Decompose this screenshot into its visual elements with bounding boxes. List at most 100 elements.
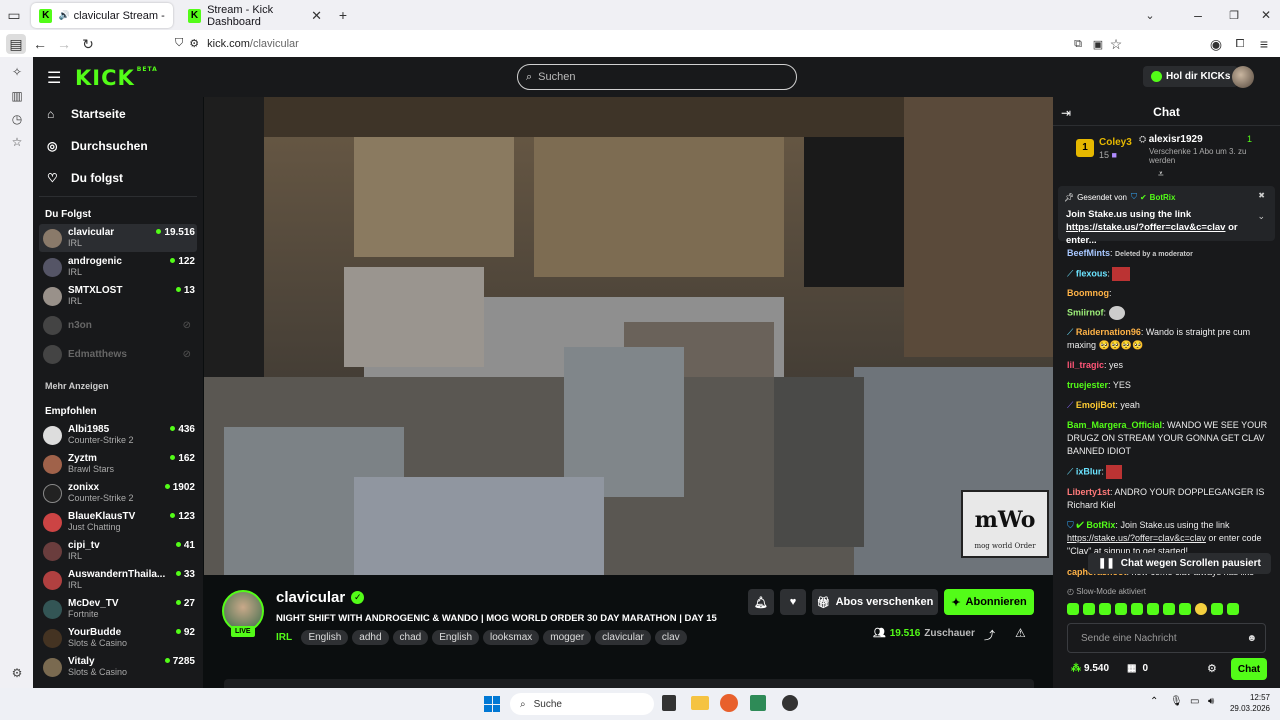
- tag[interactable]: chad: [392, 630, 429, 645]
- chat-link[interactable]: https://stake.us/?offer=clav&c=clav: [1067, 533, 1206, 543]
- following-channel[interactable]: androgenic IRL 122: [39, 253, 197, 281]
- chat-username[interactable]: EmojiBot: [1076, 400, 1116, 410]
- chat-username[interactable]: truejester: [1067, 380, 1108, 390]
- nav-browse[interactable]: ◎ Durchsuchen: [47, 139, 148, 153]
- emote-icon[interactable]: [1211, 603, 1223, 615]
- pinned-user[interactable]: BotRix: [1150, 193, 1176, 202]
- forward-icon[interactable]: →: [54, 34, 74, 54]
- emote-icon[interactable]: [1115, 603, 1127, 615]
- bookmark-star-icon[interactable]: ☆: [1106, 34, 1126, 54]
- ai-sparkle-icon[interactable]: ✧: [8, 63, 26, 81]
- unpin-icon[interactable]: ✖: [1258, 191, 1265, 200]
- app-icon[interactable]: [782, 695, 798, 711]
- search-input[interactable]: ⌕ Suchen: [517, 64, 797, 90]
- recommended-channel[interactable]: YourBudde Slots & Casino 92: [39, 624, 197, 652]
- emote-icon[interactable]: [1179, 603, 1191, 615]
- following-channel-offline[interactable]: Edmatthews ⊘: [39, 340, 197, 368]
- chat-username[interactable]: Smiirnof: [1067, 307, 1104, 317]
- microphone-icon[interactable]: 🎙︎: [1170, 696, 1183, 707]
- expand-pinned-icon[interactable]: ⌄: [1257, 211, 1265, 222]
- close-window-icon[interactable]: ✕: [1256, 5, 1276, 25]
- close-tab-icon[interactable]: ✕: [311, 8, 322, 24]
- chat-username[interactable]: Raidernation96: [1076, 327, 1141, 337]
- recommended-channel[interactable]: Vitaly Slots & Casino 7285: [39, 653, 197, 681]
- chat-username[interactable]: BeefMints: [1067, 248, 1110, 258]
- url-bar[interactable]: ⛉ ⚙ kick.com/clavicular: [175, 32, 1125, 55]
- recommended-channel[interactable]: Albi1985 Counter-Strike 2 436: [39, 421, 197, 449]
- tag[interactable]: clav: [654, 630, 687, 645]
- following-channel[interactable]: SMTXLOST IRL 13: [39, 282, 197, 310]
- share-icon[interactable]: ⤴: [984, 627, 995, 643]
- recommended-channel[interactable]: BlaueKlausTV Just Chatting 123: [39, 508, 197, 536]
- chat-input[interactable]: Sende eine Nachricht ☻: [1067, 623, 1266, 653]
- tag[interactable]: English: [301, 630, 349, 645]
- back-icon[interactable]: ←: [30, 34, 50, 54]
- volume-icon[interactable]: 🔊︎: [1208, 696, 1214, 707]
- tab-overview-icon[interactable]: ▭: [4, 5, 24, 25]
- browser-tab-stream[interactable]: K 🔊 clavicular Stream - Watch L: [31, 3, 173, 28]
- recommended-channel[interactable]: zonixx Counter-Strike 2 1902: [39, 479, 197, 507]
- sidebar-settings-icon[interactable]: ⚙: [8, 664, 26, 682]
- app-icon[interactable]: [750, 695, 766, 711]
- subscribe-button[interactable]: ✦ Abonnieren: [944, 589, 1034, 615]
- synced-tabs-icon[interactable]: ▥: [8, 87, 26, 105]
- network-icon[interactable]: ▭: [1190, 696, 1199, 707]
- tag[interactable]: clavicular: [595, 630, 651, 645]
- nav-home[interactable]: ⌂ Startseite: [47, 107, 126, 121]
- get-kicks-button[interactable]: Hol dir KICKs: [1143, 66, 1239, 87]
- reader-view-icon[interactable]: ▣: [1088, 34, 1108, 54]
- pinned-message[interactable]: 📌︎ Gesendet von ⛉ ✔ BotRix ✖ ⌄ Join Stak…: [1058, 186, 1275, 246]
- emote-icon[interactable]: [1067, 603, 1079, 615]
- following-channel-offline[interactable]: n3on ⊘: [39, 311, 197, 339]
- nav-following[interactable]: ♡ Du folgst: [47, 171, 123, 185]
- windows-start-icon[interactable]: [484, 696, 500, 712]
- channel-points[interactable]: ⁂ 9.540: [1071, 663, 1109, 674]
- emoji-picker-icon[interactable]: ☻: [1246, 633, 1257, 644]
- follow-heart-button[interactable]: ♥: [780, 589, 806, 615]
- tag[interactable]: mogger: [543, 630, 592, 645]
- kick-logo[interactable]: KICK BETA: [75, 66, 158, 90]
- emote-icon[interactable]: [1163, 603, 1175, 615]
- chat-username[interactable]: ixBlur: [1076, 466, 1102, 476]
- chat-username[interactable]: flexous: [1076, 268, 1108, 278]
- emote-icon[interactable]: [1195, 603, 1207, 615]
- file-explorer-icon[interactable]: [691, 696, 709, 710]
- tag[interactable]: adhd: [352, 630, 389, 645]
- report-warning-icon[interactable]: ⚠: [1015, 626, 1026, 640]
- emote-icon[interactable]: [1227, 603, 1239, 615]
- gift-subs-button[interactable]: 🎁︎ Abos verschenken: [812, 589, 938, 615]
- user-avatar[interactable]: [1232, 66, 1254, 88]
- firefox-icon[interactable]: [720, 694, 738, 712]
- video-player[interactable]: mWo mog world Order: [204, 97, 1053, 575]
- recommended-channel[interactable]: Zyztm Brawl Stars 162: [39, 450, 197, 478]
- following-channel[interactable]: clavicular IRL 19.516: [39, 224, 197, 252]
- chat-username[interactable]: Liberty1st: [1067, 487, 1110, 497]
- top-gifter-name[interactable]: Coley3: [1099, 137, 1132, 148]
- taskbar-search[interactable]: ⌕ Suche: [510, 693, 654, 715]
- restore-icon[interactable]: ❐: [1224, 5, 1244, 25]
- channel-name[interactable]: clavicular: [276, 589, 345, 606]
- hamburger-menu-icon[interactable]: ☰: [47, 68, 61, 88]
- chat-username[interactable]: Bam_Margera_Official: [1067, 420, 1162, 430]
- chat-username[interactable]: lil_tragic: [1067, 360, 1104, 370]
- recommended-channel[interactable]: cipi_tv IRL 41: [39, 537, 197, 565]
- chat-username[interactable]: Boomnog: [1067, 288, 1109, 298]
- tab-list-chevron-icon[interactable]: ⌄: [1140, 5, 1160, 25]
- chat-settings-icon[interactable]: ⚙: [1207, 662, 1217, 675]
- chat-username[interactable]: BotRix: [1086, 520, 1115, 530]
- sidebar-toggle-icon[interactable]: ▤: [6, 34, 26, 54]
- history-icon[interactable]: ◷: [8, 110, 26, 128]
- extensions-icon[interactable]: ⧠: [1230, 34, 1250, 54]
- bookmarks-icon[interactable]: ☆: [8, 133, 26, 151]
- send-chat-button[interactable]: Chat: [1231, 658, 1267, 680]
- account-icon[interactable]: ◉: [1206, 34, 1226, 54]
- menu-icon[interactable]: ≡: [1254, 34, 1274, 54]
- new-tab-icon[interactable]: +: [333, 5, 353, 25]
- emote-icon[interactable]: [1147, 603, 1159, 615]
- recommended-channel[interactable]: McDev_TV Fortnite 27: [39, 595, 197, 623]
- tag[interactable]: looksmax: [483, 630, 540, 645]
- notification-bell-button[interactable]: 🔔︎: [748, 589, 774, 615]
- screenshot-icon[interactable]: ⧉: [1068, 34, 1088, 54]
- show-more-link[interactable]: Mehr Anzeigen: [45, 381, 109, 391]
- clock[interactable]: 12:57 29.03.2026: [1224, 692, 1270, 714]
